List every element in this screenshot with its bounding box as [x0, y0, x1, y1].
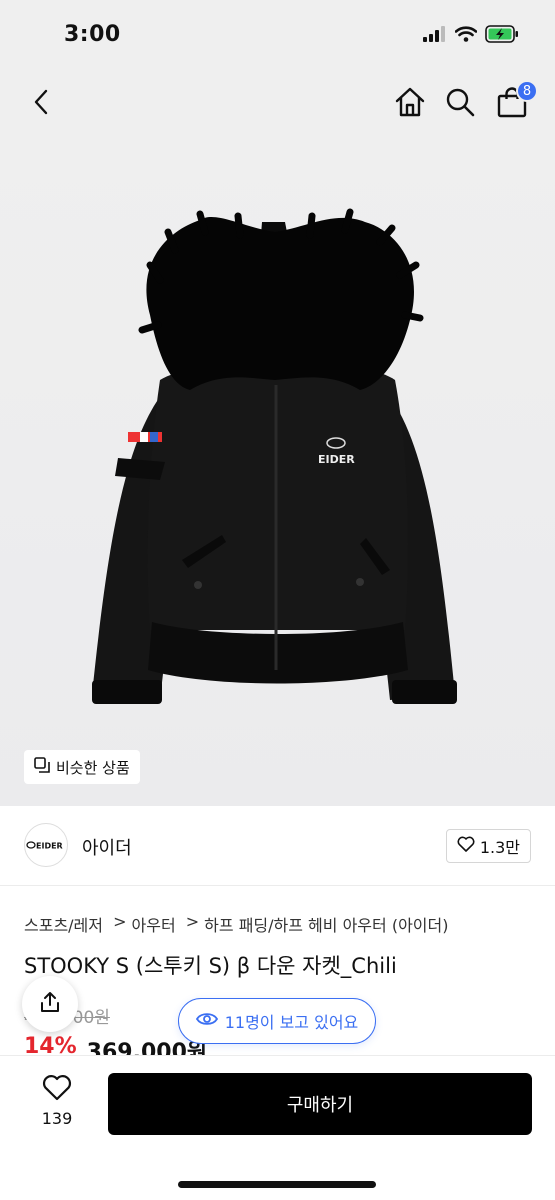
- chevron-left-icon: [32, 89, 52, 119]
- buy-button[interactable]: 구매하기: [108, 1073, 532, 1135]
- breadcrumb-item-half-padding[interactable]: 하프 패딩/하프 헤비 아우터 (아이더): [204, 912, 448, 936]
- divider: [0, 885, 555, 886]
- eye-icon: [195, 1011, 218, 1031]
- back-button[interactable]: [22, 84, 62, 124]
- brand-logo[interactable]: EIDER: [24, 823, 68, 867]
- viewer-count-pill: 11명이 보고 있어요: [178, 998, 376, 1044]
- brand-like-count: 1.3만: [479, 838, 520, 857]
- product-image[interactable]: EIDER 비슷한 상품: [0, 140, 555, 806]
- home-icon: [394, 86, 426, 122]
- product-title: STOOKY S (스투키 S) β 다운 자켓_Chili: [24, 954, 397, 978]
- status-bar: 3:00: [0, 0, 555, 70]
- wishlist-button[interactable]: 139: [24, 1074, 90, 1128]
- svg-text:EIDER: EIDER: [36, 842, 63, 851]
- home-indicator: [178, 1181, 376, 1188]
- similar-products-label: 비슷한 상품: [56, 758, 130, 777]
- copy-squares-icon: [34, 757, 50, 777]
- search-button[interactable]: [440, 84, 480, 124]
- viewer-count-text: 11명이 보고 있어요: [224, 1013, 359, 1032]
- chevron-right-icon: >: [108, 912, 127, 931]
- heart-outline-icon: [457, 836, 475, 856]
- wifi-icon: [454, 26, 478, 46]
- breadcrumb: 스포츠/레저 > 아우터 > 하프 패딩/하프 헤비 아우터 (아이더): [24, 912, 448, 936]
- nav-bar: 8: [0, 70, 555, 140]
- brand-like-button[interactable]: 1.3만: [445, 829, 531, 863]
- breadcrumb-item-outer[interactable]: 아우터: [132, 912, 176, 936]
- status-icons: [423, 25, 519, 47]
- home-button[interactable]: [390, 84, 430, 124]
- similar-products-button[interactable]: 비슷한 상품: [24, 750, 140, 784]
- jacket-illustration: EIDER: [92, 208, 457, 704]
- breadcrumb-item-sports[interactable]: 스포츠/레저: [24, 912, 103, 936]
- search-icon: [445, 87, 475, 121]
- cart-button[interactable]: 8: [492, 80, 538, 124]
- share-button[interactable]: [22, 976, 78, 1032]
- cart-count-badge: 8: [516, 80, 538, 102]
- battery-charging-icon: [485, 25, 519, 47]
- brand-row: EIDER 아이더 1.3만: [0, 820, 555, 876]
- bottom-purchase-bar: 139 구매하기: [0, 1055, 555, 1200]
- share-icon: [38, 990, 62, 1018]
- status-time: 3:00: [64, 22, 121, 47]
- chevron-right-icon: >: [180, 912, 200, 931]
- heart-outline-icon: [42, 1074, 72, 1105]
- cellular-signal-icon: [423, 26, 447, 46]
- wishlist-count: 139: [41, 1109, 73, 1128]
- svg-text:EIDER: EIDER: [318, 453, 355, 466]
- brand-name[interactable]: 아이더: [82, 834, 132, 860]
